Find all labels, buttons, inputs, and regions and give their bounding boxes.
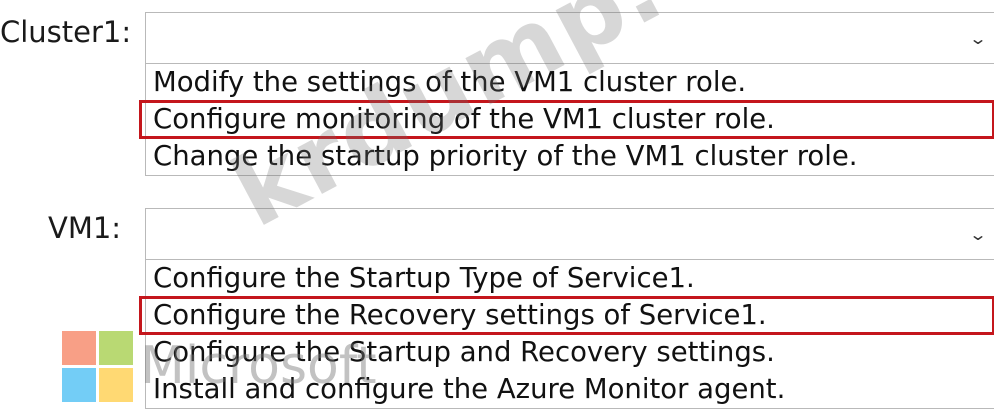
cluster1-options-list: Modify the settings of the VM1 cluster r… — [139, 64, 994, 176]
cluster1-option-1[interactable]: Modify the settings of the VM1 cluster r… — [146, 64, 994, 101]
cluster1-dropdown[interactable]: ⌄ — [145, 12, 994, 64]
vm1-dropdown[interactable]: ⌄ — [145, 208, 994, 260]
vm1-option-1[interactable]: Configure the Startup Type of Service1. — [146, 260, 994, 297]
vm1-label: VM1: — [48, 211, 122, 245]
vm1-option-4[interactable]: Install and configure the Azure Monitor … — [146, 371, 994, 408]
cluster1-option-3[interactable]: Change the startup priority of the VM1 c… — [146, 138, 994, 175]
microsoft-logo-icon — [62, 331, 134, 403]
vm1-option-3[interactable]: Configure the Startup and Recovery setti… — [146, 334, 994, 371]
cluster1-label: Cluster1: — [0, 15, 132, 49]
vm1-options-list: Configure the Startup Type of Service1. … — [139, 260, 994, 409]
cluster1-option-2[interactable]: Configure monitoring of the VM1 cluster … — [139, 100, 994, 139]
chevron-down-icon: ⌄ — [968, 225, 988, 244]
vm1-option-2[interactable]: Configure the Recovery settings of Servi… — [139, 296, 994, 335]
chevron-down-icon: ⌄ — [968, 29, 988, 48]
